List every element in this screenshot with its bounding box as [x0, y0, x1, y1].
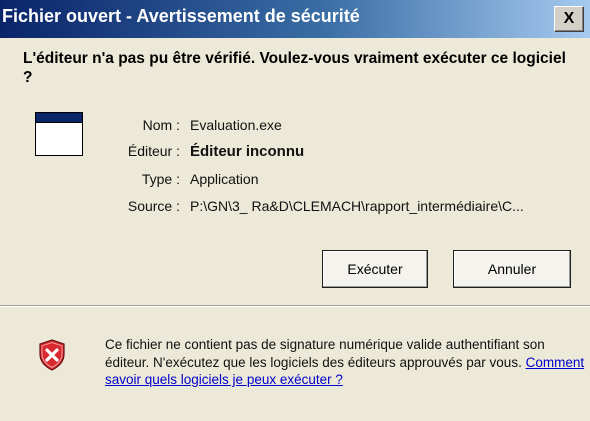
- warning-text: Ce fichier ne contient pas de signature …: [105, 337, 545, 370]
- publisher-row: Éditeur : Éditeur inconnu: [0, 143, 590, 163]
- file-name-value: Evaluation.exe: [190, 117, 282, 133]
- type-row: Type : Application: [0, 171, 590, 191]
- file-name-row: Nom : Evaluation.exe: [0, 117, 590, 137]
- source-row: Source : P:\GN\3_ Ra&D\CLEMACH\rapport_i…: [0, 198, 590, 218]
- title-bar[interactable]: Fichier ouvert - Avertissement de sécuri…: [0, 0, 590, 38]
- type-value: Application: [190, 171, 259, 187]
- source-value: P:\GN\3_ Ra&D\CLEMACH\rapport_intermédia…: [190, 198, 524, 214]
- cancel-button[interactable]: Annuler: [453, 250, 571, 288]
- type-label: Type :: [141, 171, 180, 187]
- security-shield-icon: [39, 339, 65, 371]
- source-label: Source :: [127, 198, 180, 214]
- security-question: L'éditeur n'a pas pu être vérifié. Voule…: [23, 50, 566, 86]
- run-button[interactable]: Exécuter: [322, 250, 428, 288]
- close-button[interactable]: X: [554, 6, 584, 32]
- publisher-label: Éditeur :: [127, 143, 180, 159]
- warning-message: Ce fichier ne contient pas de signature …: [105, 336, 585, 389]
- window-title: Fichier ouvert - Avertissement de sécuri…: [2, 6, 360, 26]
- separator-highlight: [0, 306, 590, 307]
- publisher-value: Éditeur inconnu: [190, 143, 305, 160]
- file-name-label: Nom :: [142, 117, 180, 133]
